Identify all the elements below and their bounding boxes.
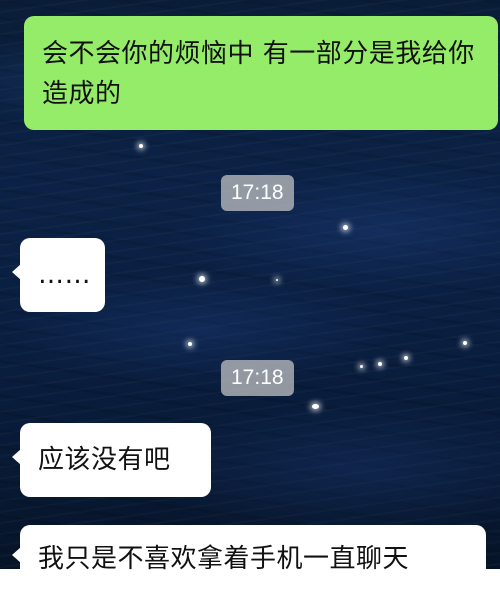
- water-sparkle: [199, 276, 205, 282]
- message-text: 应该没有吧: [38, 445, 171, 475]
- received-message-bubble[interactable]: 我只是不喜欢拿着手机一直聊天: [12, 525, 486, 605]
- received-message-bubble[interactable]: ……: [12, 238, 105, 312]
- water-sparkle: [378, 362, 382, 366]
- message-timestamp: 17:18: [221, 360, 294, 396]
- sent-message-bubble[interactable]: 会不会你的烦恼中 有一部分是我给你造成的: [24, 16, 498, 130]
- water-sparkle: [188, 342, 192, 346]
- message-text: ……: [38, 260, 91, 290]
- water-sparkle: [404, 356, 408, 360]
- water-sparkle: [360, 365, 363, 368]
- message-text: 我只是不喜欢拿着手机一直聊天: [38, 544, 410, 574]
- message-text: 会不会你的烦恼中 有一部分是我给你造成的: [42, 39, 475, 109]
- message-timestamp: 17:18: [221, 175, 294, 211]
- water-sparkle: [463, 341, 467, 345]
- water-sparkle: [312, 404, 319, 409]
- water-sparkle: [276, 279, 278, 281]
- water-sparkle: [343, 225, 348, 230]
- received-message-bubble[interactable]: 应该没有吧: [12, 423, 211, 497]
- water-sparkle: [139, 144, 143, 148]
